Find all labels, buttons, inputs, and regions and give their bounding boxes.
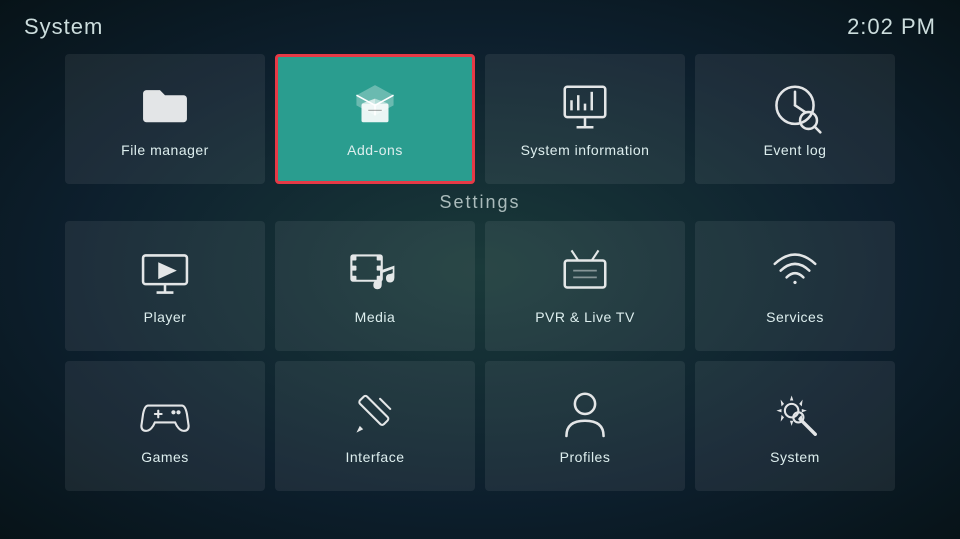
tile-games[interactable]: Games (65, 361, 265, 491)
folder-icon (138, 80, 192, 134)
tile-interface-label: Interface (346, 449, 405, 465)
top-tiles-row: File manager Add-ons (0, 46, 960, 188)
settings-section-label: Settings (0, 192, 960, 213)
header: System 2:02 PM (0, 0, 960, 46)
tile-file-manager[interactable]: File manager (65, 54, 265, 184)
pvr-icon (558, 247, 612, 301)
media-icon (348, 247, 402, 301)
profiles-icon (558, 387, 612, 441)
tile-media-label: Media (355, 309, 396, 325)
tile-add-ons-label: Add-ons (347, 142, 403, 158)
system-info-icon (558, 80, 612, 134)
tile-media[interactable]: Media (275, 221, 475, 351)
player-icon (138, 247, 192, 301)
clock: 2:02 PM (847, 14, 936, 40)
system-icon (768, 387, 822, 441)
tile-system-information[interactable]: System information (485, 54, 685, 184)
event-log-icon (768, 80, 822, 134)
games-icon (138, 387, 192, 441)
tile-services[interactable]: Services (695, 221, 895, 351)
tile-system-information-label: System information (521, 142, 650, 158)
tile-services-label: Services (766, 309, 824, 325)
tile-player[interactable]: Player (65, 221, 265, 351)
page-title: System (24, 14, 103, 40)
tile-system[interactable]: System (695, 361, 895, 491)
tile-event-log-label: Event log (764, 142, 827, 158)
settings-row-2: Games Interface Profiles (0, 361, 960, 491)
tile-player-label: Player (144, 309, 187, 325)
tile-file-manager-label: File manager (121, 142, 209, 158)
interface-icon (348, 387, 402, 441)
settings-row-1: Player Media PVR & (0, 221, 960, 351)
tile-event-log[interactable]: Event log (695, 54, 895, 184)
tile-system-label: System (770, 449, 820, 465)
tile-games-label: Games (141, 449, 189, 465)
tile-interface[interactable]: Interface (275, 361, 475, 491)
tile-pvr-label: PVR & Live TV (535, 309, 635, 325)
services-icon (768, 247, 822, 301)
tile-profiles[interactable]: Profiles (485, 361, 685, 491)
tile-add-ons[interactable]: Add-ons (275, 54, 475, 184)
tile-profiles-label: Profiles (560, 449, 611, 465)
addons-icon (348, 80, 402, 134)
tile-pvr-live-tv[interactable]: PVR & Live TV (485, 221, 685, 351)
